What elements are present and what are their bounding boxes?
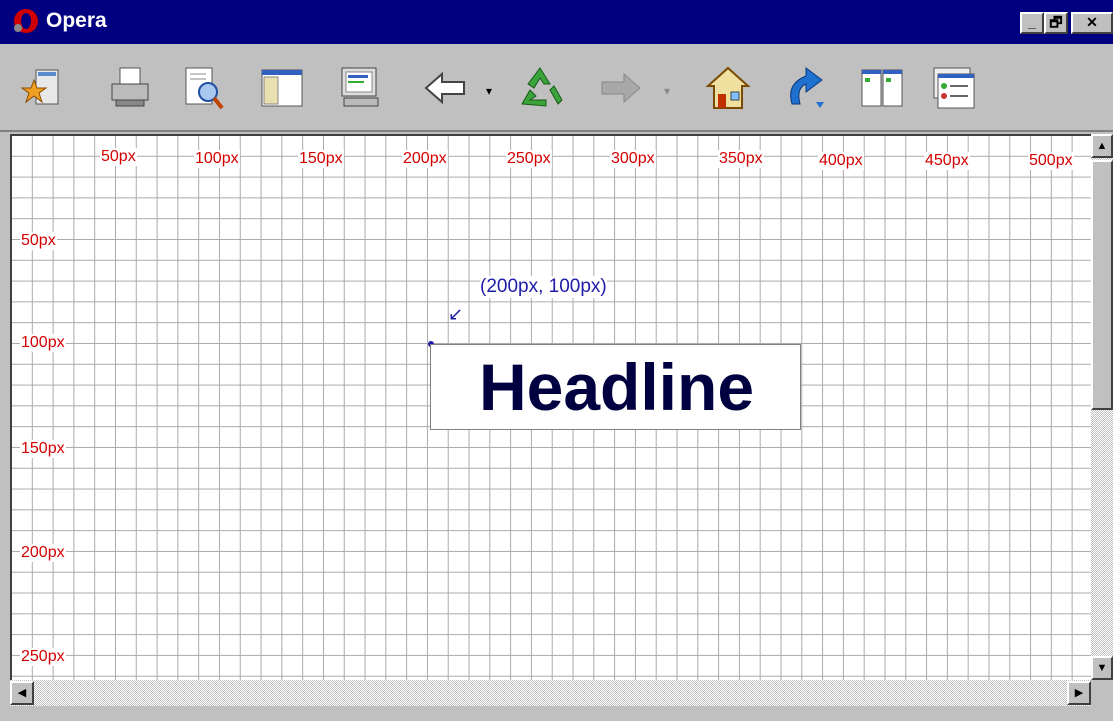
- redirect-button[interactable]: [782, 64, 830, 112]
- x-ruler-label: 250px: [506, 150, 552, 168]
- title-bar: Opera _ 🗗 ✕: [0, 0, 1113, 44]
- tile-windows-button[interactable]: [858, 64, 906, 112]
- page-viewport[interactable]: 50px 100px 150px 200px 250px 300px 350px…: [10, 134, 1091, 680]
- print-button[interactable]: [106, 64, 154, 112]
- x-ruler-label: 200px: [402, 150, 448, 168]
- forward-arrow-icon: [601, 72, 641, 104]
- headline-box: Headline: [430, 344, 801, 430]
- scroll-down-button[interactable]: ▼: [1091, 656, 1113, 680]
- scroll-left-button[interactable]: ◀: [10, 681, 34, 705]
- back-arrow-icon: [424, 71, 465, 105]
- headline-text: Headline: [478, 350, 755, 424]
- home-button[interactable]: [704, 64, 752, 112]
- panels-icon: [261, 69, 303, 107]
- x-ruler-label: 400px: [818, 152, 864, 170]
- redirect-arrow-icon: [790, 67, 824, 108]
- x-ruler-label: 50px: [100, 148, 137, 166]
- forward-button[interactable]: [596, 64, 644, 112]
- y-ruler-label: 200px: [20, 544, 66, 562]
- y-ruler-label: 50px: [20, 232, 57, 250]
- scrollbar-corner: [1091, 680, 1113, 706]
- y-ruler-label: 250px: [20, 648, 66, 666]
- opera-logo-icon: [14, 9, 38, 33]
- x-ruler-label: 100px: [194, 150, 240, 168]
- tile-windows-icon: [861, 69, 903, 107]
- bookmark-star-button[interactable]: [20, 64, 68, 112]
- scroll-right-button[interactable]: ▶: [1067, 681, 1091, 705]
- window-list-button[interactable]: [930, 64, 978, 112]
- vertical-scrollbar[interactable]: ▲ ▼: [1091, 134, 1113, 680]
- y-ruler-label: 150px: [20, 440, 66, 458]
- restore-button[interactable]: 🗗: [1044, 12, 1068, 34]
- spellcheck-icon: [185, 67, 224, 110]
- print-icon: [111, 67, 149, 107]
- reload-recycle-icon: [521, 67, 563, 107]
- toolbar: ▾ ▾: [0, 44, 1113, 132]
- spellcheck-button[interactable]: [180, 64, 228, 112]
- reload-button[interactable]: [516, 64, 564, 112]
- vertical-scroll-thumb[interactable]: [1091, 160, 1113, 410]
- monitor-button[interactable]: [336, 64, 384, 112]
- coordinate-label: (200px, 100px): [480, 276, 607, 298]
- window-bottom-edge: [0, 706, 1113, 721]
- close-button[interactable]: ✕: [1071, 12, 1113, 34]
- bookmark-star-icon: [20, 69, 59, 105]
- panels-button[interactable]: [258, 64, 306, 112]
- x-ruler-label: 350px: [718, 150, 764, 168]
- home-icon: [705, 66, 751, 109]
- horizontal-scrollbar[interactable]: ◀ ▶: [10, 680, 1091, 706]
- pointer-arrow-icon: ↙: [448, 304, 464, 324]
- x-ruler-label: 450px: [924, 152, 970, 170]
- window-title: Opera: [46, 9, 107, 32]
- x-ruler-label: 500px: [1028, 152, 1074, 170]
- window-list-icon: [933, 67, 975, 109]
- back-button[interactable]: [422, 64, 470, 112]
- scroll-up-button[interactable]: ▲: [1091, 134, 1113, 158]
- x-ruler-label: 150px: [298, 150, 344, 168]
- forward-dropdown-icon[interactable]: ▾: [664, 84, 670, 98]
- x-ruler-label: 300px: [610, 150, 656, 168]
- minimize-button[interactable]: _: [1020, 12, 1044, 34]
- monitor-icon: [341, 67, 379, 107]
- y-ruler-label: 100px: [20, 334, 66, 352]
- back-dropdown-icon[interactable]: ▾: [486, 84, 492, 98]
